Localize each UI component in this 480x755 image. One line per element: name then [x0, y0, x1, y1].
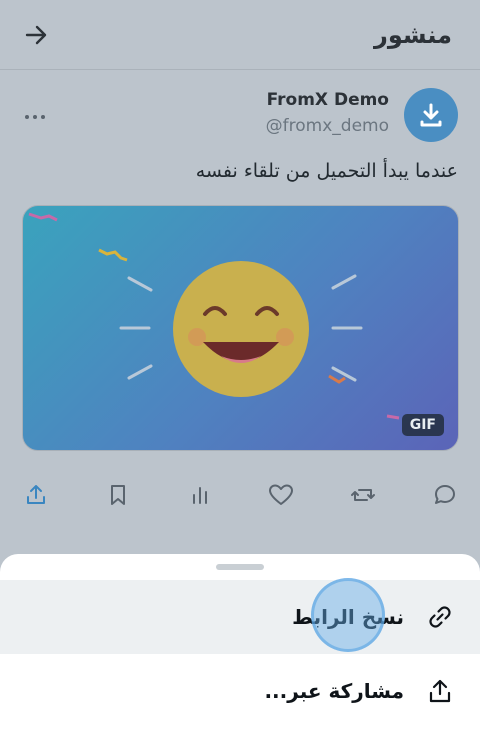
post-text: عندما يبدأ التحميل من تلقاء نفسه — [195, 160, 458, 182]
bookmark-icon[interactable] — [104, 481, 132, 509]
share-icon[interactable] — [22, 481, 50, 509]
views-icon[interactable] — [186, 481, 214, 509]
touch-ripple — [311, 578, 385, 652]
avatar[interactable] — [404, 88, 458, 142]
sheet-drag-handle[interactable] — [216, 564, 264, 570]
share-via-item[interactable]: مشاركة عبر... — [0, 654, 480, 728]
display-name[interactable]: FromX Demo — [266, 90, 389, 110]
ellipsis-icon[interactable] — [24, 106, 46, 119]
share-icon — [426, 677, 454, 705]
gif-badge: GIF — [401, 414, 444, 436]
post-media-gif[interactable]: GIF — [22, 205, 459, 451]
author-names: FromX Demo @fromx_demo — [266, 90, 389, 136]
download-icon — [420, 103, 442, 127]
page-title: منشور — [374, 20, 452, 49]
post-header: FromX Demo @fromx_demo — [0, 86, 480, 144]
post-actions — [22, 478, 459, 512]
link-icon — [426, 603, 454, 631]
retweet-icon[interactable] — [349, 481, 377, 509]
share-via-label: مشاركة عبر... — [264, 679, 404, 703]
reply-icon[interactable] — [431, 481, 459, 509]
arrow-right-icon[interactable] — [22, 21, 50, 49]
copy-link-item[interactable]: نسخ الرابط — [0, 580, 480, 654]
user-handle[interactable]: @fromx_demo — [266, 116, 389, 136]
share-bottom-sheet: نسخ الرابط مشاركة عبر... — [0, 554, 480, 755]
like-icon[interactable] — [267, 481, 295, 509]
top-bar: منشور — [0, 0, 480, 70]
